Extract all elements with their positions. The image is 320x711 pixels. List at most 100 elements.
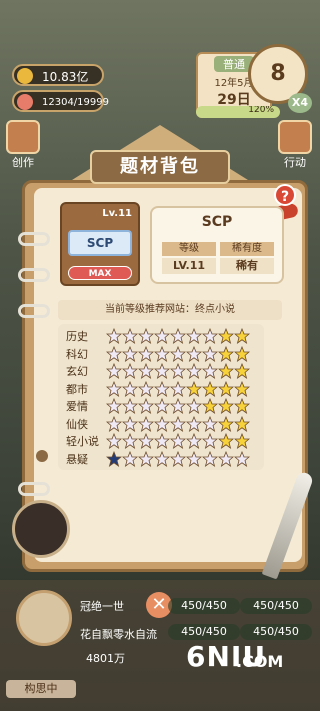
star-icon [186, 345, 202, 362]
author-avatar[interactable] [16, 590, 72, 646]
action-label: 行动 [284, 156, 306, 169]
star-icon [106, 433, 122, 449]
stat-2: 450/450 [240, 598, 312, 614]
star-icon [234, 345, 250, 362]
star-icon [154, 415, 170, 432]
star-icon [186, 363, 202, 379]
star-icon [170, 415, 186, 432]
star-icon [234, 450, 250, 467]
author-name: 花自飘零水自流 [80, 628, 157, 641]
genre-row: 悬疑 [66, 450, 262, 471]
watermark-domain: .COM [236, 652, 284, 671]
panel-title: 题材背包 [90, 150, 230, 184]
recommend-site: 当前等级推荐网站：终点小说 [58, 300, 282, 320]
star-icon [218, 398, 234, 414]
genre-name: 仙侠 [66, 417, 88, 431]
star-icon [170, 433, 186, 449]
action-button[interactable]: 行动 [276, 120, 314, 170]
genre-row: 轻小说 [66, 433, 262, 450]
star-icon [234, 363, 250, 379]
star-icon [154, 450, 170, 467]
star-icon [234, 415, 250, 432]
card-name: SCP [68, 230, 132, 256]
star-icon [170, 328, 186, 344]
star-icon [202, 450, 218, 467]
star-icon [106, 328, 122, 344]
energy-value: 12304/19999 [42, 97, 109, 108]
star-icon [122, 345, 138, 362]
star-icon [138, 398, 154, 414]
star-icon [202, 398, 218, 414]
star-icon [202, 433, 218, 449]
star-icon [122, 328, 138, 344]
speed-button[interactable]: X4 [288, 93, 312, 113]
binder-ring [18, 482, 50, 496]
star-icon [122, 380, 138, 397]
star-icon [202, 345, 218, 362]
star-icon [106, 363, 122, 379]
genre-row: 科幻 [66, 345, 262, 363]
star-icon [170, 345, 186, 362]
energy-counter: 12304/19999 [12, 90, 109, 112]
star-icon [154, 398, 170, 414]
genre-row: 都市 [66, 380, 262, 398]
progress-label: 120% [248, 106, 274, 115]
star-icon [186, 415, 202, 432]
progress-bar: 120% [196, 106, 280, 118]
star-icon [170, 450, 186, 467]
genre-stars [106, 450, 250, 471]
star-icon [122, 415, 138, 432]
star-icon [122, 398, 138, 414]
star-icon [234, 380, 250, 397]
star-icon [122, 433, 138, 449]
genre-name: 都市 [66, 382, 88, 396]
star-icon [154, 433, 170, 449]
create-icon [6, 120, 40, 154]
help-button[interactable]: ? [274, 184, 296, 206]
topic-card[interactable]: Lv.11 SCP MAX [60, 202, 140, 286]
star-icon [218, 345, 234, 362]
star-icon [234, 433, 250, 449]
star-icon [154, 380, 170, 397]
star-icon [138, 345, 154, 362]
stat-4: 450/450 [240, 624, 312, 640]
star-icon [106, 398, 122, 414]
inkpot-icon [12, 500, 70, 558]
star-icon [218, 380, 234, 397]
genre-name: 历史 [66, 330, 88, 343]
genre-row: 爱情 [66, 398, 262, 415]
create-button[interactable]: 创作 [4, 120, 42, 170]
star-icon [154, 345, 170, 362]
binder-ring [18, 232, 50, 246]
action-icon [278, 120, 312, 154]
genre-row: 玄幻 [66, 363, 262, 380]
genre-row: 仙侠 [66, 415, 262, 433]
create-label: 创作 [12, 156, 34, 169]
binder-ring [18, 268, 50, 282]
star-icon [186, 433, 202, 449]
star-icon [170, 380, 186, 397]
stat-1: 450/450 [168, 598, 240, 614]
binder-ring [18, 304, 50, 318]
star-icon [170, 363, 186, 379]
topic-name: SCP [201, 214, 233, 230]
star-icon [138, 380, 154, 397]
level-value: LV.11 [162, 258, 216, 274]
level-header: 等级 [162, 242, 216, 256]
topic-info: SCP 等级 稀有度 LV.11 稀有 [150, 206, 284, 284]
star-icon [186, 398, 202, 414]
genre-name: 科幻 [66, 347, 88, 361]
heart-icon [17, 94, 33, 110]
star-icon [202, 363, 218, 379]
star-icon [138, 433, 154, 449]
star-icon [122, 363, 138, 379]
rarity-value: 稀有 [220, 258, 274, 274]
genre-name: 爱情 [66, 400, 88, 413]
author-title: 冠绝一世 [80, 600, 124, 613]
status-tab[interactable]: 构思中 [6, 680, 76, 698]
star-icon [186, 328, 202, 344]
star-icon [186, 450, 202, 467]
money-value: 4801万 [86, 652, 125, 665]
star-icon [202, 328, 218, 344]
star-icon [218, 415, 234, 432]
